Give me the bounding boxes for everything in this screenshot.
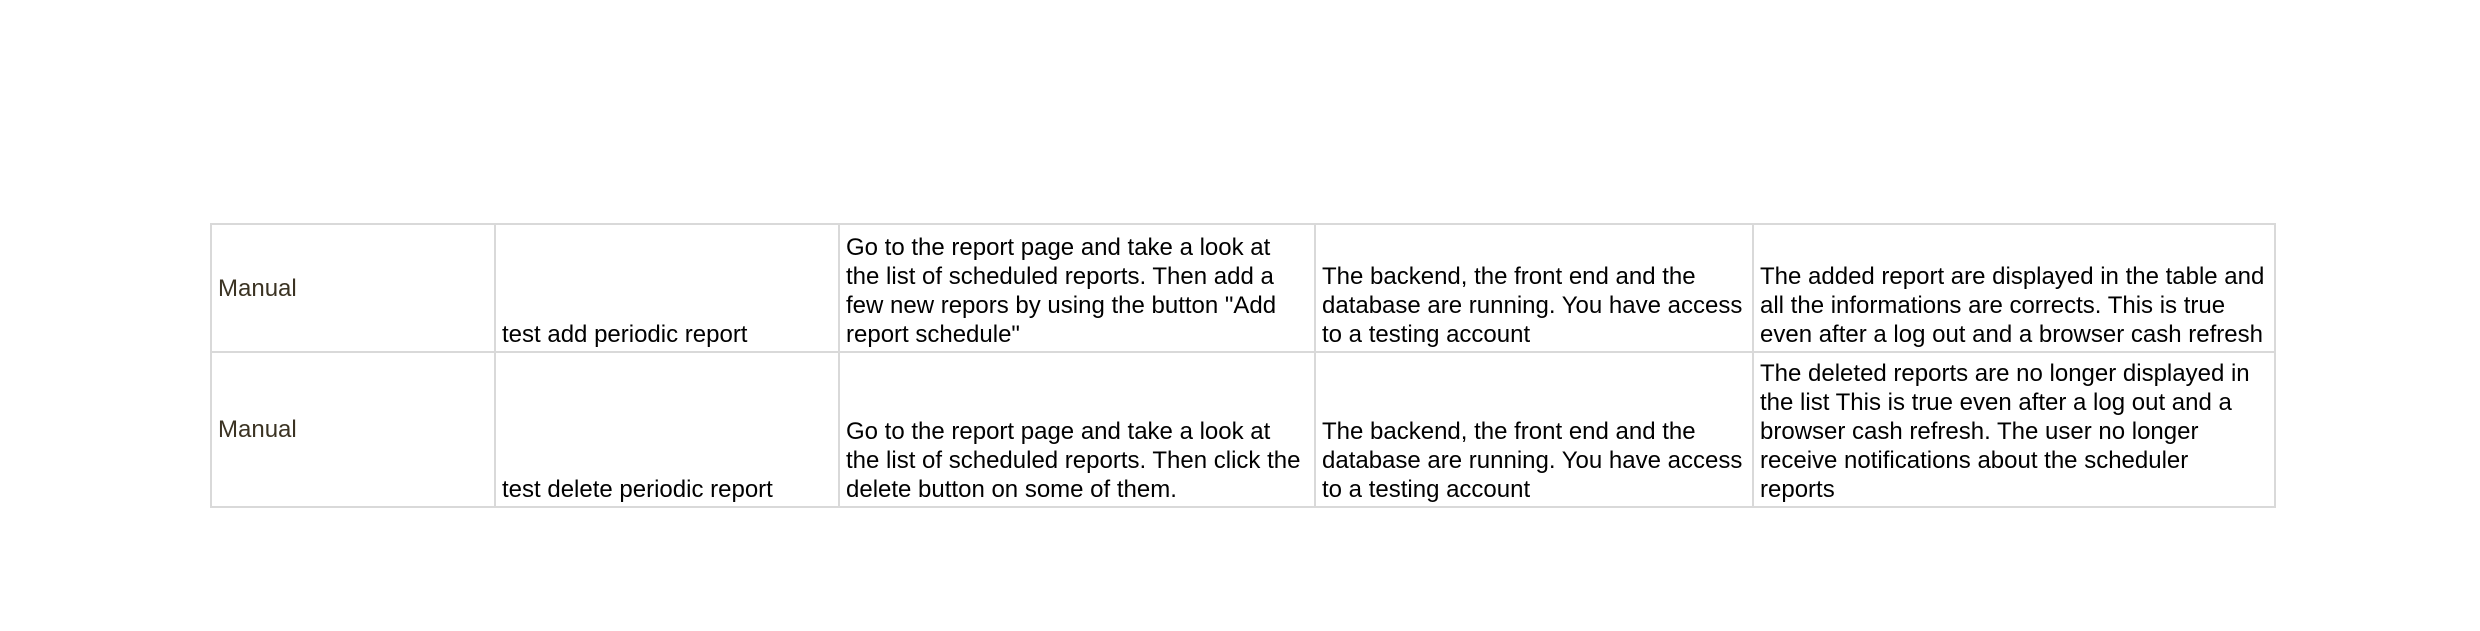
- preconditions-cell[interactable]: The backend, the front end and the datab…: [1314, 351, 1754, 508]
- table-row: Manual test add periodic report Go to th…: [210, 223, 2276, 353]
- preconditions-cell[interactable]: The backend, the front end and the datab…: [1314, 223, 1754, 353]
- expected-result-cell[interactable]: The added report are displayed in the ta…: [1752, 223, 2276, 353]
- test-steps-cell[interactable]: Go to the report page and take a look at…: [838, 223, 1316, 353]
- test-name-cell[interactable]: test delete periodic report: [494, 351, 840, 508]
- test-type-cell[interactable]: Manual: [210, 351, 496, 508]
- table-row: Manual test delete periodic report Go to…: [210, 351, 2276, 508]
- expected-result-cell[interactable]: The deleted reports are no longer displa…: [1752, 351, 2276, 508]
- test-type-cell[interactable]: Manual: [210, 223, 496, 353]
- test-steps-cell[interactable]: Go to the report page and take a look at…: [838, 351, 1316, 508]
- test-name-cell[interactable]: test add periodic report: [494, 223, 840, 353]
- test-cases-table: Manual test add periodic report Go to th…: [210, 223, 2276, 508]
